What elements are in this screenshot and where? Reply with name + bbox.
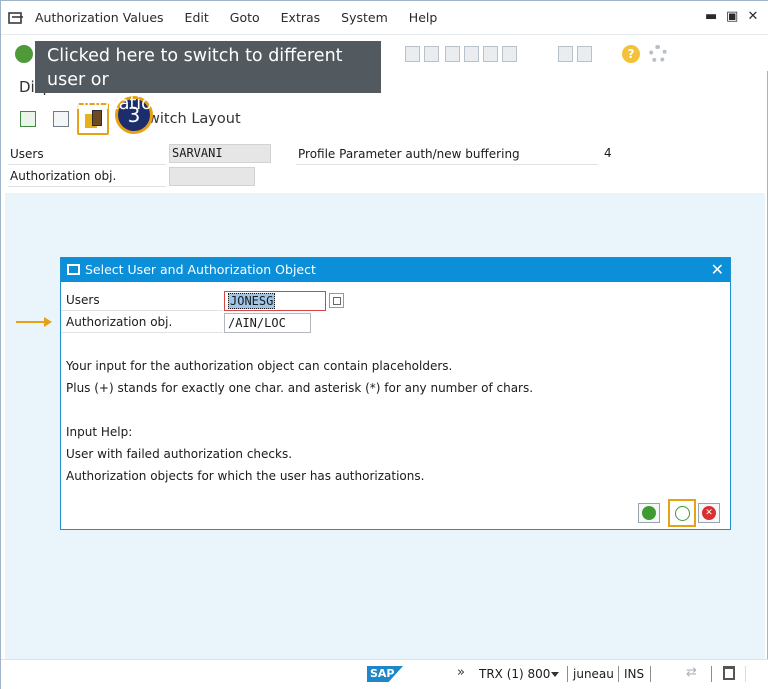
authorization-object-field: [169, 167, 255, 186]
menu-help[interactable]: Help: [409, 10, 438, 25]
annotation-arrow-icon: [16, 317, 52, 327]
dialog-users-input[interactable]: JONESG: [224, 291, 326, 311]
sap-window: Authorization Values Edit Goto Extras Sy…: [0, 0, 768, 689]
client-name: juneau: [573, 667, 614, 681]
select-user-dialog: Select User and Authorization Object ✕ U…: [60, 257, 731, 530]
arrow-head: [44, 317, 52, 327]
menu-extras[interactable]: Extras: [281, 10, 321, 25]
swap-icon: ⇄: [686, 665, 697, 680]
annotation-tooltip: Clicked here to switch to different user…: [35, 41, 381, 114]
first-page-icon[interactable]: [445, 46, 460, 62]
enter-check-icon[interactable]: [15, 45, 33, 63]
confirm-button[interactable]: [638, 503, 660, 523]
status-separator: [650, 666, 651, 682]
close-window-icon[interactable]: ✕: [747, 10, 759, 23]
page-nav-icons: [445, 46, 517, 62]
profile-parameter-value: 4: [604, 146, 612, 160]
help-icon[interactable]: ?: [622, 45, 640, 63]
status-bar: SAP » TRX (1) 800 juneau INS ⇄: [1, 659, 768, 689]
tooltip-line-2: authorization object: [47, 94, 223, 114]
system-info: TRX (1) 800: [479, 667, 551, 681]
maximize-icon[interactable]: ▣: [726, 10, 738, 23]
arrow-line: [16, 321, 46, 323]
next-page-icon[interactable]: [483, 46, 498, 62]
sap-logo: SAP: [367, 666, 403, 682]
authorization-object-label: Authorization obj.: [8, 167, 166, 187]
menu-edit[interactable]: Edit: [185, 10, 209, 25]
dialog-menu-icon[interactable]: [67, 264, 80, 275]
find-icon[interactable]: [405, 46, 420, 62]
dialog-close-icon[interactable]: ✕: [711, 260, 724, 280]
minimize-icon[interactable]: ▬: [705, 10, 717, 23]
session-icons: [558, 46, 592, 62]
value-help-icon[interactable]: [329, 293, 344, 308]
dialog-info-text-1: Your input for the authorization object …: [66, 359, 453, 373]
dialog-users-label: Users: [61, 291, 223, 311]
create-session-icon[interactable]: [558, 46, 573, 62]
previous-page-icon[interactable]: [464, 46, 479, 62]
menu-bar: Authorization Values Edit Goto Extras Sy…: [1, 1, 768, 35]
cancel-button[interactable]: [698, 503, 720, 523]
profile-parameter-label: Profile Parameter auth/new buffering: [296, 145, 598, 165]
dialog-info-text-2: Plus (+) stands for exactly one char. an…: [66, 381, 534, 395]
dialog-authorization-object-label: Authorization obj.: [61, 313, 223, 333]
dialog-info-text-5: Authorization objects for which the user…: [66, 469, 425, 483]
dialog-info-text-3: Input Help:: [66, 425, 133, 439]
last-page-icon[interactable]: [502, 46, 517, 62]
status-separator: [711, 666, 712, 682]
lock-icon: [723, 666, 735, 680]
dialog-title: Select User and Authorization Object: [85, 262, 316, 277]
dialog-info-text-4: User with failed authorization checks.: [66, 447, 293, 461]
shortcut-icon[interactable]: [577, 46, 592, 62]
users-label: Users: [8, 145, 166, 165]
find-next-icon[interactable]: [424, 46, 439, 62]
menu-authorization-values[interactable]: Authorization Values: [35, 10, 164, 25]
system-dropdown-icon[interactable]: [551, 672, 559, 677]
menu-system[interactable]: System: [341, 10, 388, 25]
find-icons: [405, 46, 439, 62]
menu-icon[interactable]: [8, 11, 24, 25]
status-scrollbar[interactable]: [745, 666, 755, 682]
menu-goto[interactable]: Goto: [230, 10, 260, 25]
status-expand-icon[interactable]: »: [457, 665, 465, 680]
tooltip-line-1: Clicked here to switch to different user…: [47, 46, 343, 90]
choose-button[interactable]: [668, 499, 696, 527]
dialog-title-bar: Select User and Authorization Object ✕: [61, 258, 730, 282]
gear-icon[interactable]: [649, 45, 667, 63]
expand-all-icon[interactable]: [20, 111, 36, 127]
users-field: SARVANI: [169, 144, 271, 163]
status-separator: [567, 666, 568, 682]
insert-mode: INS: [624, 667, 645, 681]
dialog-users-value: JONESG: [228, 293, 276, 309]
dialog-authorization-object-input[interactable]: /AIN/LOC: [224, 313, 311, 333]
status-separator: [618, 666, 619, 682]
